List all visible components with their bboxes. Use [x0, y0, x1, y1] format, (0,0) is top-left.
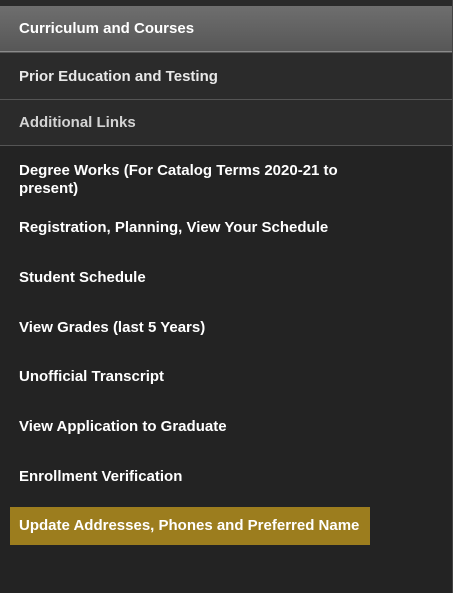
- link-update-addresses[interactable]: Update Addresses, Phones and Preferred N…: [10, 507, 371, 545]
- side-panel: Curriculum and Courses Prior Education a…: [0, 0, 453, 593]
- link-student-schedule[interactable]: Student Schedule: [0, 269, 452, 287]
- link-view-grades[interactable]: View Grades (last 5 Years): [0, 319, 452, 337]
- section-prior-education[interactable]: Prior Education and Testing: [0, 52, 452, 99]
- link-degree-works[interactable]: Degree Works (For Catalog Terms 2020-21 …: [0, 162, 452, 198]
- section-additional-label: Additional Links: [19, 114, 136, 131]
- section-additional-links[interactable]: Additional Links: [0, 99, 452, 146]
- section-curriculum-and-courses[interactable]: Curriculum and Courses: [0, 0, 452, 52]
- additional-links-list: Degree Works (For Catalog Terms 2020-21 …: [0, 162, 452, 545]
- link-application-to-graduate[interactable]: View Application to Graduate: [0, 418, 452, 436]
- link-enrollment-verification[interactable]: Enrollment Verification: [0, 468, 452, 486]
- section-curriculum-label: Curriculum and Courses: [19, 20, 195, 37]
- link-unofficial-transcript[interactable]: Unofficial Transcript: [0, 368, 452, 386]
- link-registration-planning[interactable]: Registration, Planning, View Your Schedu…: [0, 219, 452, 237]
- section-prior-label: Prior Education and Testing: [19, 67, 218, 85]
